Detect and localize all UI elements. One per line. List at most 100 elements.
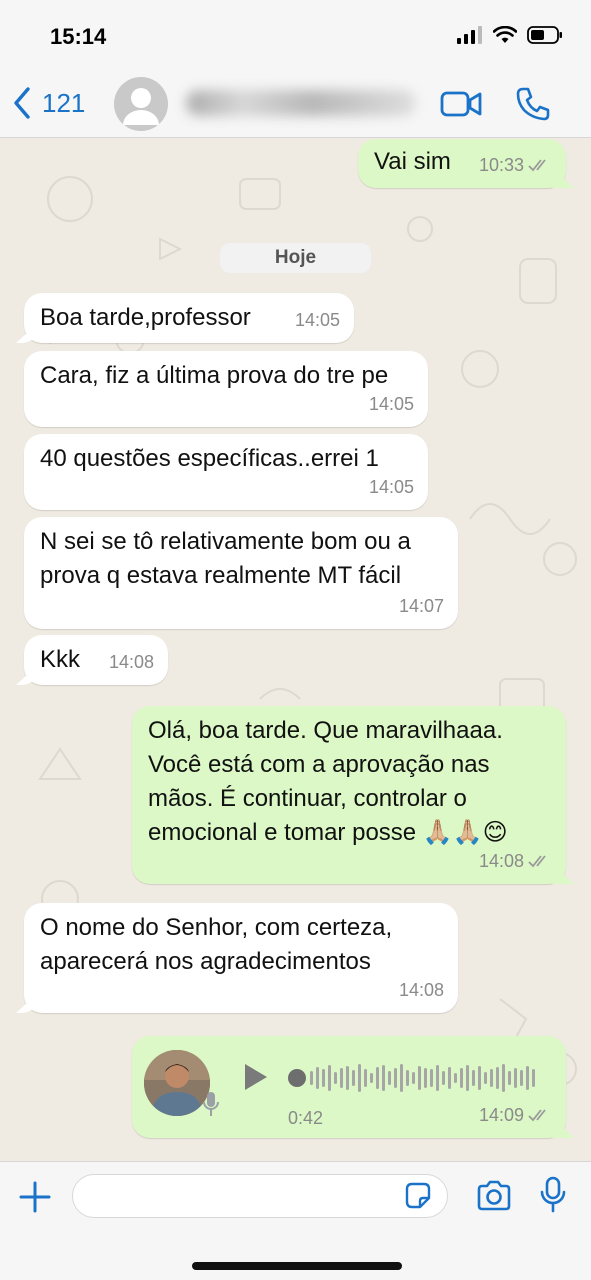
contact-avatar[interactable]	[114, 77, 168, 131]
message-text-line: Olá, boa tarde. Que maravilhaaa.	[148, 717, 503, 744]
home-indicator[interactable]	[192, 1262, 402, 1270]
microphone-icon[interactable]	[539, 1176, 567, 1214]
waveform-bar	[382, 1065, 385, 1091]
chat-area[interactable]: Vai sim 10:33 Hoje Boa tarde,professor 1…	[0, 139, 591, 1161]
waveform-bar	[508, 1071, 511, 1085]
waveform-bar	[334, 1072, 337, 1084]
waveform-bar	[442, 1071, 445, 1085]
waveform-bar	[364, 1069, 367, 1087]
waveform-bar	[358, 1064, 361, 1092]
message-incoming[interactable]: 40 questões específicas..errei 1 14:05	[24, 434, 428, 510]
date-divider: Hoje	[220, 243, 371, 273]
message-text-line: mãos. É continuar, controlar o	[148, 785, 467, 812]
play-icon[interactable]	[242, 1062, 270, 1092]
camera-icon[interactable]	[476, 1180, 512, 1212]
message-time: 14:08	[108, 652, 154, 672]
message-time: 14:08	[398, 980, 444, 1000]
waveform-bar	[388, 1071, 391, 1085]
message-meta: 14:05	[295, 303, 340, 337]
waveform-bar	[478, 1066, 481, 1090]
microphone-badge-icon	[203, 1092, 219, 1116]
message-text: Kkk	[40, 646, 81, 673]
double-check-icon	[528, 159, 546, 172]
message-time: 14:05	[368, 394, 414, 414]
message-incoming[interactable]: Cara, fiz a última prova do tre pe 14:05	[24, 351, 428, 427]
waveform-bar	[394, 1068, 397, 1088]
waveform-bar	[352, 1070, 355, 1086]
waveform[interactable]	[288, 1058, 546, 1098]
waveform-bar	[310, 1071, 313, 1085]
phone-icon[interactable]	[515, 86, 551, 122]
message-meta: 14:05	[369, 470, 414, 504]
waveform-bar	[418, 1066, 421, 1090]
message-text-line: Você está com a aprovação nas	[148, 751, 490, 778]
message-time: 14:07	[398, 596, 444, 616]
message-meta: 14:08	[479, 844, 552, 878]
battery-icon	[527, 26, 562, 44]
waveform-bar	[496, 1067, 499, 1089]
plus-icon[interactable]	[18, 1180, 52, 1214]
sender-photo-image	[144, 1050, 210, 1116]
waveform-bar	[484, 1072, 487, 1084]
message-text-line: aparecerá nos agradecimentos	[40, 948, 371, 975]
playback-position-dot[interactable]	[288, 1069, 306, 1087]
waveform-bar	[490, 1069, 493, 1087]
message-incoming[interactable]: Kkk 14:08	[24, 635, 168, 685]
waveform-bar	[406, 1070, 409, 1086]
message-incoming[interactable]: O nome do Senhor, com certeza, aparecerá…	[24, 903, 458, 1013]
waveform-bar	[424, 1068, 427, 1088]
waveform-bar	[328, 1065, 331, 1091]
message-text: Boa tarde,professor	[40, 304, 251, 331]
waveform-bar	[526, 1066, 529, 1090]
message-time: 14:09	[478, 1105, 524, 1125]
message-text: 40 questões específicas..errei 1	[40, 445, 379, 472]
waveform-bar	[472, 1070, 475, 1086]
waveform-bar	[376, 1067, 379, 1089]
contact-name-redacted[interactable]	[186, 90, 416, 116]
signal-icon	[457, 26, 482, 44]
status-bar: 15:14	[0, 0, 591, 72]
sticker-icon[interactable]	[403, 1181, 433, 1211]
message-outgoing[interactable]: Vai sim 10:33	[358, 139, 566, 188]
message-outgoing[interactable]: Olá, boa tarde. Que maravilhaaa. Você es…	[132, 706, 566, 884]
waveform-bar	[532, 1069, 535, 1087]
message-text-line: O nome do Senhor, com certeza,	[40, 914, 393, 941]
message-meta: 14:05	[369, 387, 414, 421]
waveform-bar	[520, 1070, 523, 1086]
waveform-bar	[448, 1067, 451, 1089]
message-time: 14:05	[368, 477, 414, 497]
waveform-bar	[436, 1065, 439, 1091]
message-incoming[interactable]: Boa tarde,professor 14:05	[24, 293, 354, 343]
waveform-bar	[316, 1067, 319, 1089]
message-text-line: prova q estava realmente MT fácil	[40, 562, 402, 589]
waveform-bar	[322, 1069, 325, 1087]
message-meta: 10:33	[479, 148, 552, 182]
video-camera-icon[interactable]	[440, 86, 482, 122]
waveform-bar	[400, 1064, 403, 1092]
back-button[interactable]: 121	[12, 86, 85, 120]
status-time: 15:14	[50, 24, 107, 49]
chevron-left-icon	[14, 87, 30, 119]
double-check-icon	[528, 1109, 546, 1122]
waveform-bar	[412, 1072, 415, 1084]
waveform-bar	[502, 1064, 505, 1092]
message-meta: 14:08	[109, 645, 154, 679]
waveform-bar	[514, 1068, 517, 1088]
message-text-line: N sei se tô relativamente bom ou a	[40, 528, 411, 555]
waveform-bar	[370, 1073, 373, 1083]
waveform-bar	[346, 1066, 349, 1090]
waveform-bar	[466, 1065, 469, 1091]
message-text-line: emocional e tomar posse 🙏🏼🙏🏼😊	[148, 819, 508, 846]
message-text: Cara, fiz a última prova do tre pe	[40, 362, 389, 389]
message-time: 10:33	[478, 155, 524, 175]
waveform-bar	[430, 1069, 433, 1087]
message-incoming[interactable]: N sei se tô relativamente bom ou a prova…	[24, 517, 458, 629]
message-input[interactable]	[72, 1174, 448, 1218]
message-time: 14:05	[294, 310, 340, 330]
person-icon	[123, 88, 159, 125]
voice-duration: 0:42	[288, 1108, 324, 1128]
voice-message[interactable]: 0:42 14:09	[132, 1036, 566, 1138]
sender-photo	[144, 1050, 210, 1116]
status-icons	[457, 26, 563, 44]
waveform-bars	[310, 1064, 544, 1092]
